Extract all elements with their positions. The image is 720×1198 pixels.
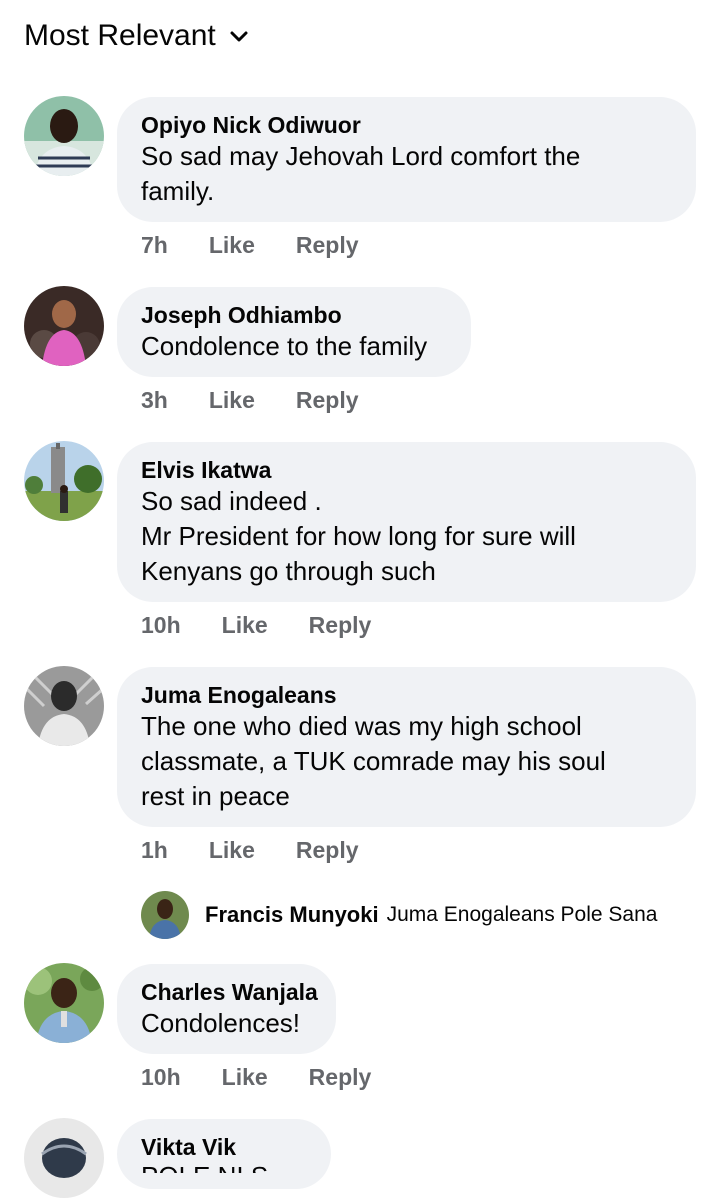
comment-author[interactable]: Charles Wanjala	[141, 978, 318, 1006]
comment-author[interactable]: Juma Enogaleans	[141, 681, 672, 709]
sort-dropdown[interactable]: Most Relevant	[24, 14, 250, 58]
comment-actions: 3h Like Reply	[141, 387, 359, 414]
comment-text-line: So sad may Jehovah Lord comfort the	[141, 141, 581, 171]
like-button[interactable]: Like	[209, 232, 255, 259]
reply-button[interactable]: Reply	[296, 387, 359, 414]
comment-text-line: Kenyans go through such	[141, 556, 436, 586]
comment-bubble[interactable]: Vikta Vik POLE NI S...	[117, 1119, 331, 1189]
comment-author[interactable]: Joseph Odhiambo	[141, 301, 447, 329]
like-button[interactable]: Like	[209, 387, 255, 414]
avatar[interactable]	[24, 963, 104, 1043]
comment-author[interactable]: Opiyo Nick Odiwuor	[141, 111, 672, 139]
comment-timestamp[interactable]: 10h	[141, 1064, 181, 1091]
like-button[interactable]: Like	[209, 837, 255, 864]
like-button[interactable]: Like	[222, 1064, 268, 1091]
comment-bubble[interactable]: Juma Enogaleans The one who died was my …	[117, 667, 696, 827]
comment-text-line: POLE NI S...	[141, 1161, 307, 1173]
like-button[interactable]: Like	[222, 612, 268, 639]
avatar[interactable]	[24, 96, 104, 176]
comment-bubble[interactable]: Elvis Ikatwa So sad indeed . Mr Presiden…	[117, 442, 696, 602]
comment-text-line: classmate, a TUK comrade may his soul	[141, 746, 606, 776]
comment-timestamp[interactable]: 10h	[141, 612, 181, 639]
comment-timestamp[interactable]: 1h	[141, 837, 168, 864]
comment-text-line: The one who died was my high school	[141, 711, 582, 741]
reply-preview[interactable]: Francis Munyoki Juma Enogaleans Pole San…	[141, 891, 657, 939]
comment-text-line: rest in peace	[141, 781, 290, 811]
comment-timestamp[interactable]: 7h	[141, 232, 168, 259]
comment-text-line: family.	[141, 176, 215, 206]
avatar[interactable]	[24, 666, 104, 746]
reply-button[interactable]: Reply	[309, 1064, 372, 1091]
reply-button[interactable]: Reply	[296, 232, 359, 259]
comment-actions: 10h Like Reply	[141, 1064, 371, 1091]
comment-text-line: Condolences!	[141, 1008, 300, 1038]
reply-text: Juma Enogaleans Pole Sana	[386, 903, 658, 926]
comment-actions: 1h Like Reply	[141, 837, 359, 864]
reply-author[interactable]: Francis Munyoki	[205, 902, 379, 928]
comment-author[interactable]: Vikta Vik	[141, 1133, 307, 1161]
comment-bubble[interactable]: Opiyo Nick Odiwuor So sad may Jehovah Lo…	[117, 97, 696, 222]
comment-author[interactable]: Elvis Ikatwa	[141, 456, 672, 484]
comment-timestamp[interactable]: 3h	[141, 387, 168, 414]
avatar[interactable]	[141, 891, 189, 939]
comment-text-line: Condolence to the family	[141, 331, 428, 361]
comment-bubble[interactable]: Charles Wanjala Condolences!	[117, 964, 336, 1054]
avatar[interactable]	[24, 286, 104, 366]
reply-button[interactable]: Reply	[309, 612, 372, 639]
sort-label: Most Relevant	[24, 19, 216, 52]
comment-bubble[interactable]: Joseph Odhiambo Condolence to the family	[117, 287, 471, 377]
avatar[interactable]	[24, 441, 104, 521]
comment-text-line: Mr President for how long for sure will	[141, 521, 576, 551]
chevron-down-icon	[230, 31, 248, 42]
comment-actions: 7h Like Reply	[141, 232, 359, 259]
comment-text-line: So sad indeed .	[141, 486, 322, 516]
comment-actions: 10h Like Reply	[141, 612, 371, 639]
reply-button[interactable]: Reply	[296, 837, 359, 864]
avatar[interactable]	[24, 1118, 104, 1198]
